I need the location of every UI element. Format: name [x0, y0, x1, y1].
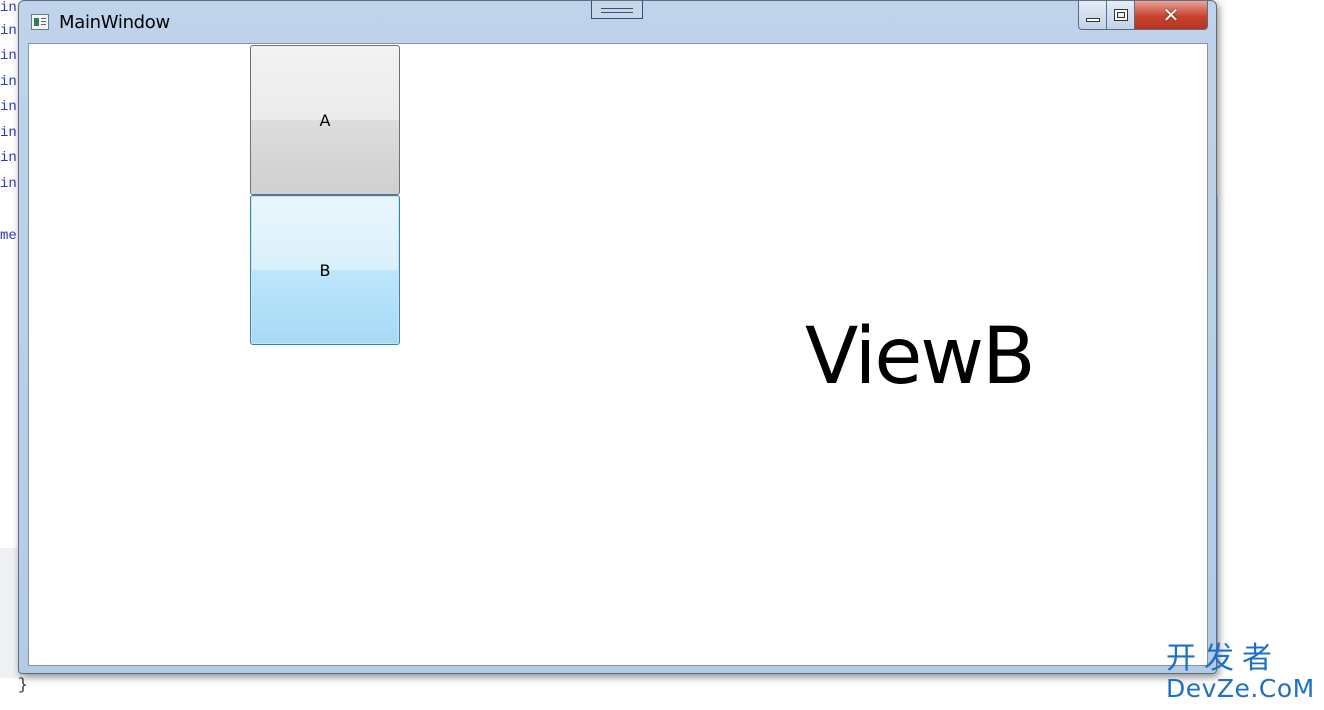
code-line: in — [0, 99, 17, 115]
watermark-english: DevZe.CoM — [1166, 674, 1315, 703]
window-app-icon[interactable] — [31, 14, 49, 30]
close-button[interactable]: ✕ — [1135, 1, 1208, 30]
main-window: MainWindow ✕ A B ViewB — [18, 0, 1217, 674]
maximize-button[interactable] — [1107, 1, 1135, 30]
watermark-chinese: 开发者 — [1166, 641, 1280, 676]
view-b-button[interactable]: B — [250, 195, 400, 345]
minimize-button[interactable] — [1078, 1, 1107, 30]
watermark-logo: 开发者 DevZe.CoM — [1166, 643, 1315, 703]
code-line: in — [0, 176, 17, 192]
window-client-area: A B ViewB — [28, 43, 1208, 666]
code-line: me — [0, 228, 17, 244]
window-grip-icon[interactable] — [591, 1, 643, 19]
code-line: in — [0, 74, 17, 90]
code-line: in — [0, 48, 17, 64]
window-title: MainWindow — [59, 12, 170, 33]
code-line: in — [0, 150, 17, 166]
minimize-icon — [1085, 18, 1100, 22]
view-b-button-label: B — [319, 260, 331, 280]
code-closing-brace: } — [18, 676, 28, 694]
current-view-label: ViewB — [805, 312, 1036, 402]
view-a-button-label: A — [319, 110, 331, 130]
code-line: in — [0, 125, 17, 141]
maximize-icon — [1113, 9, 1128, 21]
code-line: in — [0, 23, 17, 39]
close-icon: ✕ — [1162, 3, 1180, 27]
title-bar[interactable]: MainWindow ✕ — [19, 1, 1216, 43]
caption-buttons: ✕ — [1078, 1, 1208, 31]
view-a-button[interactable]: A — [250, 45, 400, 195]
code-line: in — [0, 0, 17, 16]
